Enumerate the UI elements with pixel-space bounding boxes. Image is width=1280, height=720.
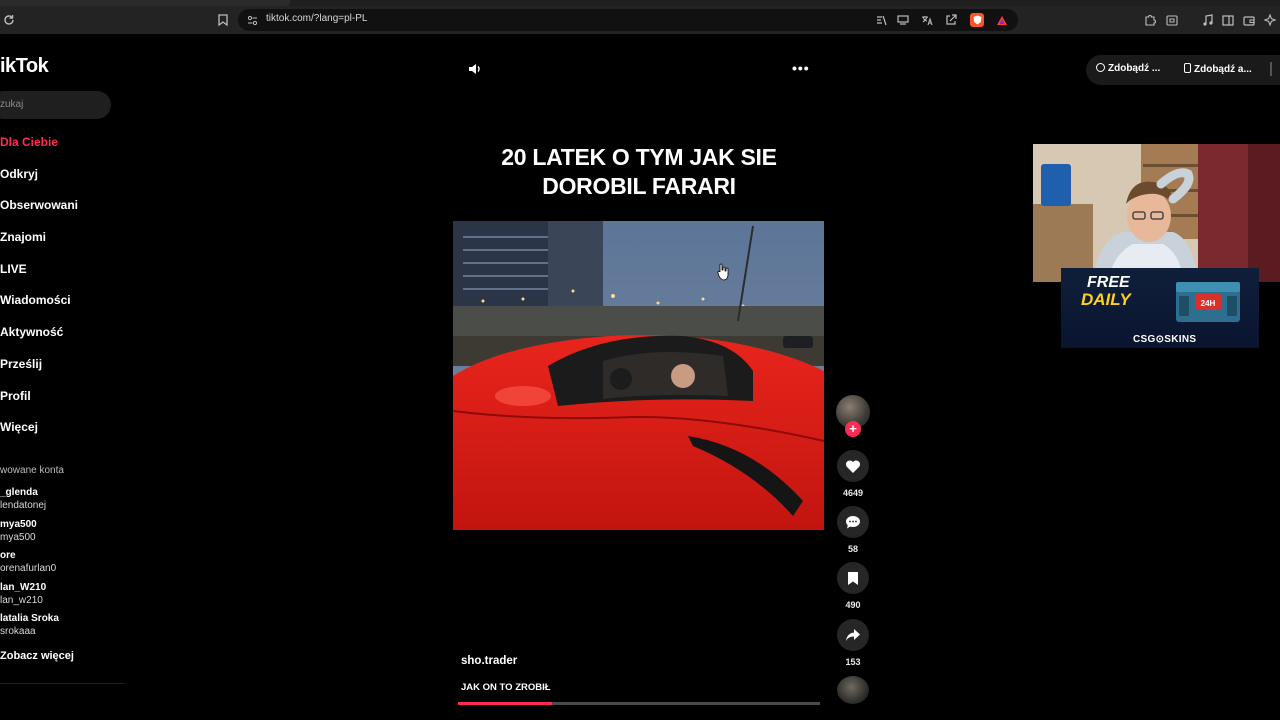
video-overlay-title: 20 LATEK O TYM JAK SIE DOROBIL FARARI (453, 143, 825, 201)
sidebar-item-following[interactable]: Obserwowani (0, 198, 78, 230)
comment-icon (846, 515, 860, 528)
followed-accounts-heading: wowane konta (0, 465, 64, 476)
account-name: lan_W210 (0, 581, 47, 593)
video-progress-bar[interactable] (458, 702, 820, 705)
sidebar-item-for-you[interactable]: Dla Ciebie (0, 135, 78, 167)
share-arrow-icon (846, 629, 860, 641)
leo-ai-icon[interactable] (1261, 11, 1279, 29)
sidebar-item-live[interactable]: LIVE (0, 262, 78, 294)
sidebar-toggle-icon[interactable] (1219, 11, 1237, 29)
account-handle: lan_w210 (0, 594, 43, 606)
pill-label: Zdobądź ... (1108, 63, 1161, 74)
account-handle: mya500 (0, 531, 36, 543)
reload-icon[interactable] (0, 11, 18, 29)
sidebar-item-more[interactable]: Więcej (0, 420, 78, 452)
translate-icon[interactable] (918, 11, 936, 29)
ad-free-text: FREE (1087, 274, 1130, 291)
sponsor-banner[interactable]: FREE DAILY 24H CSG⊙SKINS (1061, 268, 1259, 348)
account-name: _glenda (0, 487, 38, 498)
bookmark-icon[interactable] (214, 11, 232, 29)
pill-label: Zdobądź a... (1194, 64, 1252, 75)
followed-account[interactable]: lan_W210 lan_w210 (0, 581, 59, 613)
share-button[interactable] (837, 619, 869, 651)
browser-toolbar: tiktok.com/?lang=pl-PL (0, 6, 1280, 34)
brave-shields-icon[interactable] (970, 13, 984, 27)
next-video-avatar[interactable] (837, 676, 869, 704)
sidebar-item-messages[interactable]: Wiadomości (0, 293, 78, 325)
wallet-icon[interactable] (1240, 11, 1258, 29)
followed-account[interactable]: latalia Sroka srokaaa (0, 612, 59, 644)
video-player[interactable] (453, 221, 824, 530)
loot-crate-image: 24H (1176, 282, 1240, 322)
account-handle: srokaaa (0, 626, 36, 638)
site-info-icon[interactable] (244, 11, 260, 29)
sidebar-item-upload[interactable]: Prześlij (0, 357, 78, 389)
video-description: JAK ON TO ZROBIŁ (461, 682, 551, 693)
more-options-icon[interactable]: ••• (792, 61, 810, 75)
overlay-title-line: 20 LATEK O TYM JAK SIE (501, 144, 777, 170)
sidebar-item-profile[interactable]: Profil (0, 389, 78, 421)
followed-accounts-list: _glenda lendatonej mya500 mya500 ore ore… (0, 486, 59, 644)
sidebar-item-activity[interactable]: Aktywność (0, 325, 78, 357)
overlay-title-line: DOROBIL FARARI (542, 173, 736, 199)
get-coins-button[interactable]: Zdobądź ... (1096, 63, 1160, 74)
music-icon[interactable] (1198, 11, 1216, 29)
clock-icon (1096, 63, 1105, 72)
volume-icon[interactable] (466, 61, 482, 77)
account-name: mya500 (0, 518, 37, 530)
see-more-link[interactable]: Zobacz więcej (0, 650, 74, 662)
sidebar-item-explore[interactable]: Odkryj (0, 167, 78, 199)
extensions-puzzle-icon[interactable] (1141, 11, 1159, 29)
followed-account[interactable]: ore orenafurlan0 (0, 549, 59, 581)
save-count: 490 (845, 600, 861, 610)
reader-off-icon[interactable] (872, 11, 890, 29)
sidebar-item-friends[interactable]: Znajomi (0, 230, 78, 262)
top-right-actions: Zdobądź ... Zdobądź a... (1086, 55, 1280, 85)
url-text[interactable]: tiktok.com/?lang=pl-PL (266, 13, 367, 24)
ad-daily-text: DAILY (1081, 290, 1131, 309)
video-author[interactable]: sho.trader (461, 655, 517, 667)
streamer-webcam (1033, 144, 1280, 282)
comment-count: 58 (847, 544, 858, 554)
follow-plus-button[interactable]: + (845, 421, 861, 437)
account-handle: orenafurlan0 (0, 563, 57, 575)
followed-account[interactable]: mya500 mya500 (0, 518, 59, 550)
share-count: 153 (845, 657, 861, 667)
account-handle: lendatonej (0, 500, 47, 511)
screenshot-icon[interactable] (1163, 11, 1181, 29)
account-name: ore (0, 550, 16, 562)
search-placeholder: zukaj (0, 99, 24, 110)
get-app-button[interactable]: Zdobądź a... (1184, 63, 1252, 75)
like-button[interactable] (837, 450, 869, 482)
pill-divider (1270, 62, 1272, 76)
sidebar-divider (0, 683, 125, 684)
tiktok-logo[interactable]: ikTok (0, 55, 49, 78)
save-button[interactable] (837, 562, 869, 594)
ad-badge: 24H (1201, 299, 1216, 308)
address-bar[interactable]: tiktok.com/?lang=pl-PL (238, 9, 1018, 31)
like-count: 4649 (842, 488, 864, 498)
bookmark-save-icon (848, 571, 858, 585)
video-frame-image (453, 221, 824, 530)
cast-icon[interactable] (894, 11, 912, 29)
brave-rewards-icon[interactable] (993, 11, 1011, 29)
video-progress-fill (458, 702, 553, 705)
heart-icon (845, 459, 861, 473)
mouse-cursor (717, 263, 729, 286)
phone-icon (1184, 63, 1191, 73)
comment-button[interactable] (837, 506, 869, 538)
ad-brand-text: CSG⊙SKINS (1133, 334, 1197, 345)
sidebar-nav: Dla Ciebie Odkryj Obserwowani Znajomi LI… (0, 135, 78, 452)
share-page-icon[interactable] (942, 11, 960, 29)
account-name: latalia Sroka (0, 613, 59, 625)
followed-account[interactable]: _glenda lendatonej (0, 486, 59, 518)
search-input[interactable]: zukaj (0, 91, 111, 119)
